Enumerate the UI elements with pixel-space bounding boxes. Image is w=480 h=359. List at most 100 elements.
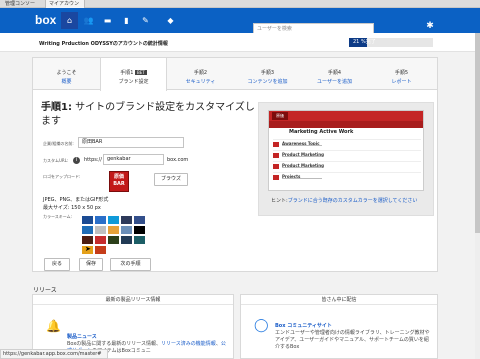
color-swatch[interactable] (82, 226, 93, 234)
folder-icon (273, 164, 279, 169)
brand-preview-panel: 原価 Marketing Active Work Awareness Topic… (258, 102, 434, 216)
preview-title: Marketing Active Work (289, 129, 354, 135)
preview-row: Awareness Topic (273, 139, 421, 148)
preview-row-meta (282, 156, 322, 157)
gear-icon[interactable]: ✱ (424, 20, 436, 32)
company-name-input[interactable]: 原田BAR (78, 137, 184, 148)
preview-logo: 原価 (272, 112, 288, 120)
status-bar-url: https://genkabar.app.box.com/master# (0, 349, 108, 359)
folder-icon[interactable]: ▬ (99, 12, 116, 29)
preview-row: Product Marketing (273, 150, 421, 159)
logo-upload-label: ロゴをアップロード: (43, 174, 81, 179)
color-scheme-label: カラースキーム: (43, 214, 73, 219)
color-swatch[interactable] (134, 216, 145, 224)
step-welcome[interactable]: ようこそ 概要 (33, 58, 100, 90)
folder-icon (273, 153, 279, 158)
step-subtitle: 概要 (61, 79, 72, 85)
preview-header-bar (269, 111, 423, 121)
step-5-reports[interactable]: 手順5 レポート (368, 58, 435, 90)
account-stats-title: Writing Prduction ODYSSYのアカウントの統計情報 (39, 41, 168, 47)
preview-sub-bar (269, 121, 423, 128)
preview-row: Projects (273, 172, 421, 181)
page-scrollbar[interactable] (475, 33, 480, 359)
back-button[interactable]: 戻る (44, 258, 70, 271)
step-title: 手順4 (327, 70, 342, 76)
setup-progress-bar: 21 %完了 (349, 38, 433, 47)
bell-icon: 🔔 (46, 319, 61, 333)
url-suffix: box.com (167, 157, 189, 163)
scrollbar-thumb[interactable] (475, 33, 480, 233)
color-swatch[interactable] (95, 226, 106, 234)
browser-tab-admin-console[interactable]: 管理コンソール (2, 0, 42, 15)
latest-releases-heading: 最新の製品リリース情報 (33, 295, 233, 305)
color-swatch[interactable] (108, 236, 119, 244)
color-swatch[interactable] (95, 246, 106, 254)
account-stats-bar: Writing Prduction ODYSSYのアカウントの統計情報 21 %… (0, 33, 480, 52)
color-swatch[interactable] (95, 216, 106, 224)
step-3-content[interactable]: 手順3 コンテンツを追加 (234, 58, 301, 90)
product-news-title[interactable]: 製品ニュース (67, 334, 229, 341)
releases-section-title: リリース (33, 287, 57, 294)
color-swatch[interactable] (95, 236, 106, 244)
step-subtitle: セキュリティ (185, 79, 216, 85)
custom-url-input[interactable]: genkabar (103, 154, 164, 165)
url-prefix: https:// (84, 157, 102, 163)
shield-icon[interactable]: ◆ (162, 12, 179, 29)
mouse-cursor-icon: ➤ (85, 245, 91, 253)
box-logo[interactable]: box (35, 13, 56, 27)
community-text: エンドユーザーや管理者向けの情報ライブラリ、トレーニング教材やアイデア、ユーザー… (275, 330, 430, 350)
top-navigation-bar: box ⌂ 👥 ▬ ▮ ✎ ◆ ユーザーを検索 ✱ (0, 8, 480, 35)
released-features-link[interactable]: リリース済みの機能情報 (161, 341, 216, 347)
hint-label: ヒント: (271, 198, 288, 204)
preview-hint: ヒント:ブランドに合う既存のカスタムカラーを選択してください (271, 197, 431, 205)
color-swatch[interactable] (108, 226, 119, 234)
color-swatch[interactable] (121, 226, 132, 234)
browser-tab-strip: 管理コンソール マイアカウント (0, 0, 480, 15)
step-4-users[interactable]: 手順4 ユーザーを追加 (301, 58, 368, 90)
step-title: 手順1 (120, 70, 134, 76)
setup-wizard-card: ようこそ 概要 手順1 BET ブランド設定 手順2 セキュリティ 手順3 コン… (32, 57, 438, 272)
step-2-security[interactable]: 手順2 セキュリティ (167, 58, 234, 90)
folder-icon (273, 142, 279, 147)
hint-text: ブランドに合う既存のカスタムカラーを選択してください (287, 198, 418, 204)
save-button[interactable]: 保存 (79, 258, 103, 271)
community-block: Box コミュニティサイト エンドユーザーや管理者向けの情報ライブラリ、トレーニ… (275, 323, 433, 351)
step-title: 手順2 (193, 70, 208, 76)
preview-row-meta (282, 167, 322, 168)
home-icon[interactable]: ⌂ (61, 12, 78, 29)
color-swatch[interactable] (121, 216, 132, 224)
color-swatch[interactable] (82, 236, 93, 244)
community-heading: 皆さん中に配信 (241, 295, 437, 305)
color-swatch[interactable] (82, 216, 93, 224)
step-subtitle: レポート (391, 79, 412, 85)
color-swatch[interactable] (134, 226, 145, 234)
file-format-note: JPEG、PNG、またはGIF形式 (43, 197, 109, 203)
color-swatch[interactable] (134, 236, 145, 244)
page-title-step: 手順1: (41, 102, 72, 113)
page-title: 手順1: サイトのブランド設定をカスタマイズします (41, 101, 256, 129)
step-badge: BET (135, 70, 147, 75)
preview-row-meta (282, 145, 322, 146)
folder-icon (273, 175, 279, 180)
page-title-text: サイトのブランド設定をカスタマイズします (41, 102, 255, 127)
step-title: 手順5 (394, 70, 409, 76)
next-step-button[interactable]: 次の手順 (110, 258, 151, 271)
browse-button[interactable]: ブラウズ (154, 173, 188, 186)
color-swatch[interactable] (108, 216, 119, 224)
wizard-steps: ようこそ 概要 手順1 BET ブランド設定 手順2 セキュリティ 手順3 コン… (33, 58, 437, 91)
brand-preview-screenshot: 原価 Marketing Active Work Awareness Topic… (268, 110, 424, 191)
apps-icon[interactable]: ✎ (137, 12, 154, 29)
step-title: 手順3 (260, 70, 275, 76)
info-icon[interactable]: i (73, 157, 80, 164)
color-swatch[interactable] (121, 236, 132, 244)
product-news-text: Boxの製品に関する最新のリリース情報、 (67, 341, 162, 347)
community-title[interactable]: Box コミュニティサイト (275, 323, 433, 330)
step-title: ようこそ (56, 70, 77, 76)
users-icon[interactable]: 👥 (80, 12, 97, 29)
browser-tab-my-account[interactable]: マイアカウント (45, 0, 85, 15)
step-1-branding[interactable]: 手順1 BET ブランド設定 (100, 58, 167, 91)
company-name-label: 企業/組織の名前: (43, 141, 74, 146)
user-icon: ◯ (254, 318, 269, 333)
uploaded-logo: 原価BAR (109, 171, 129, 192)
reports-icon[interactable]: ▮ (118, 12, 135, 29)
